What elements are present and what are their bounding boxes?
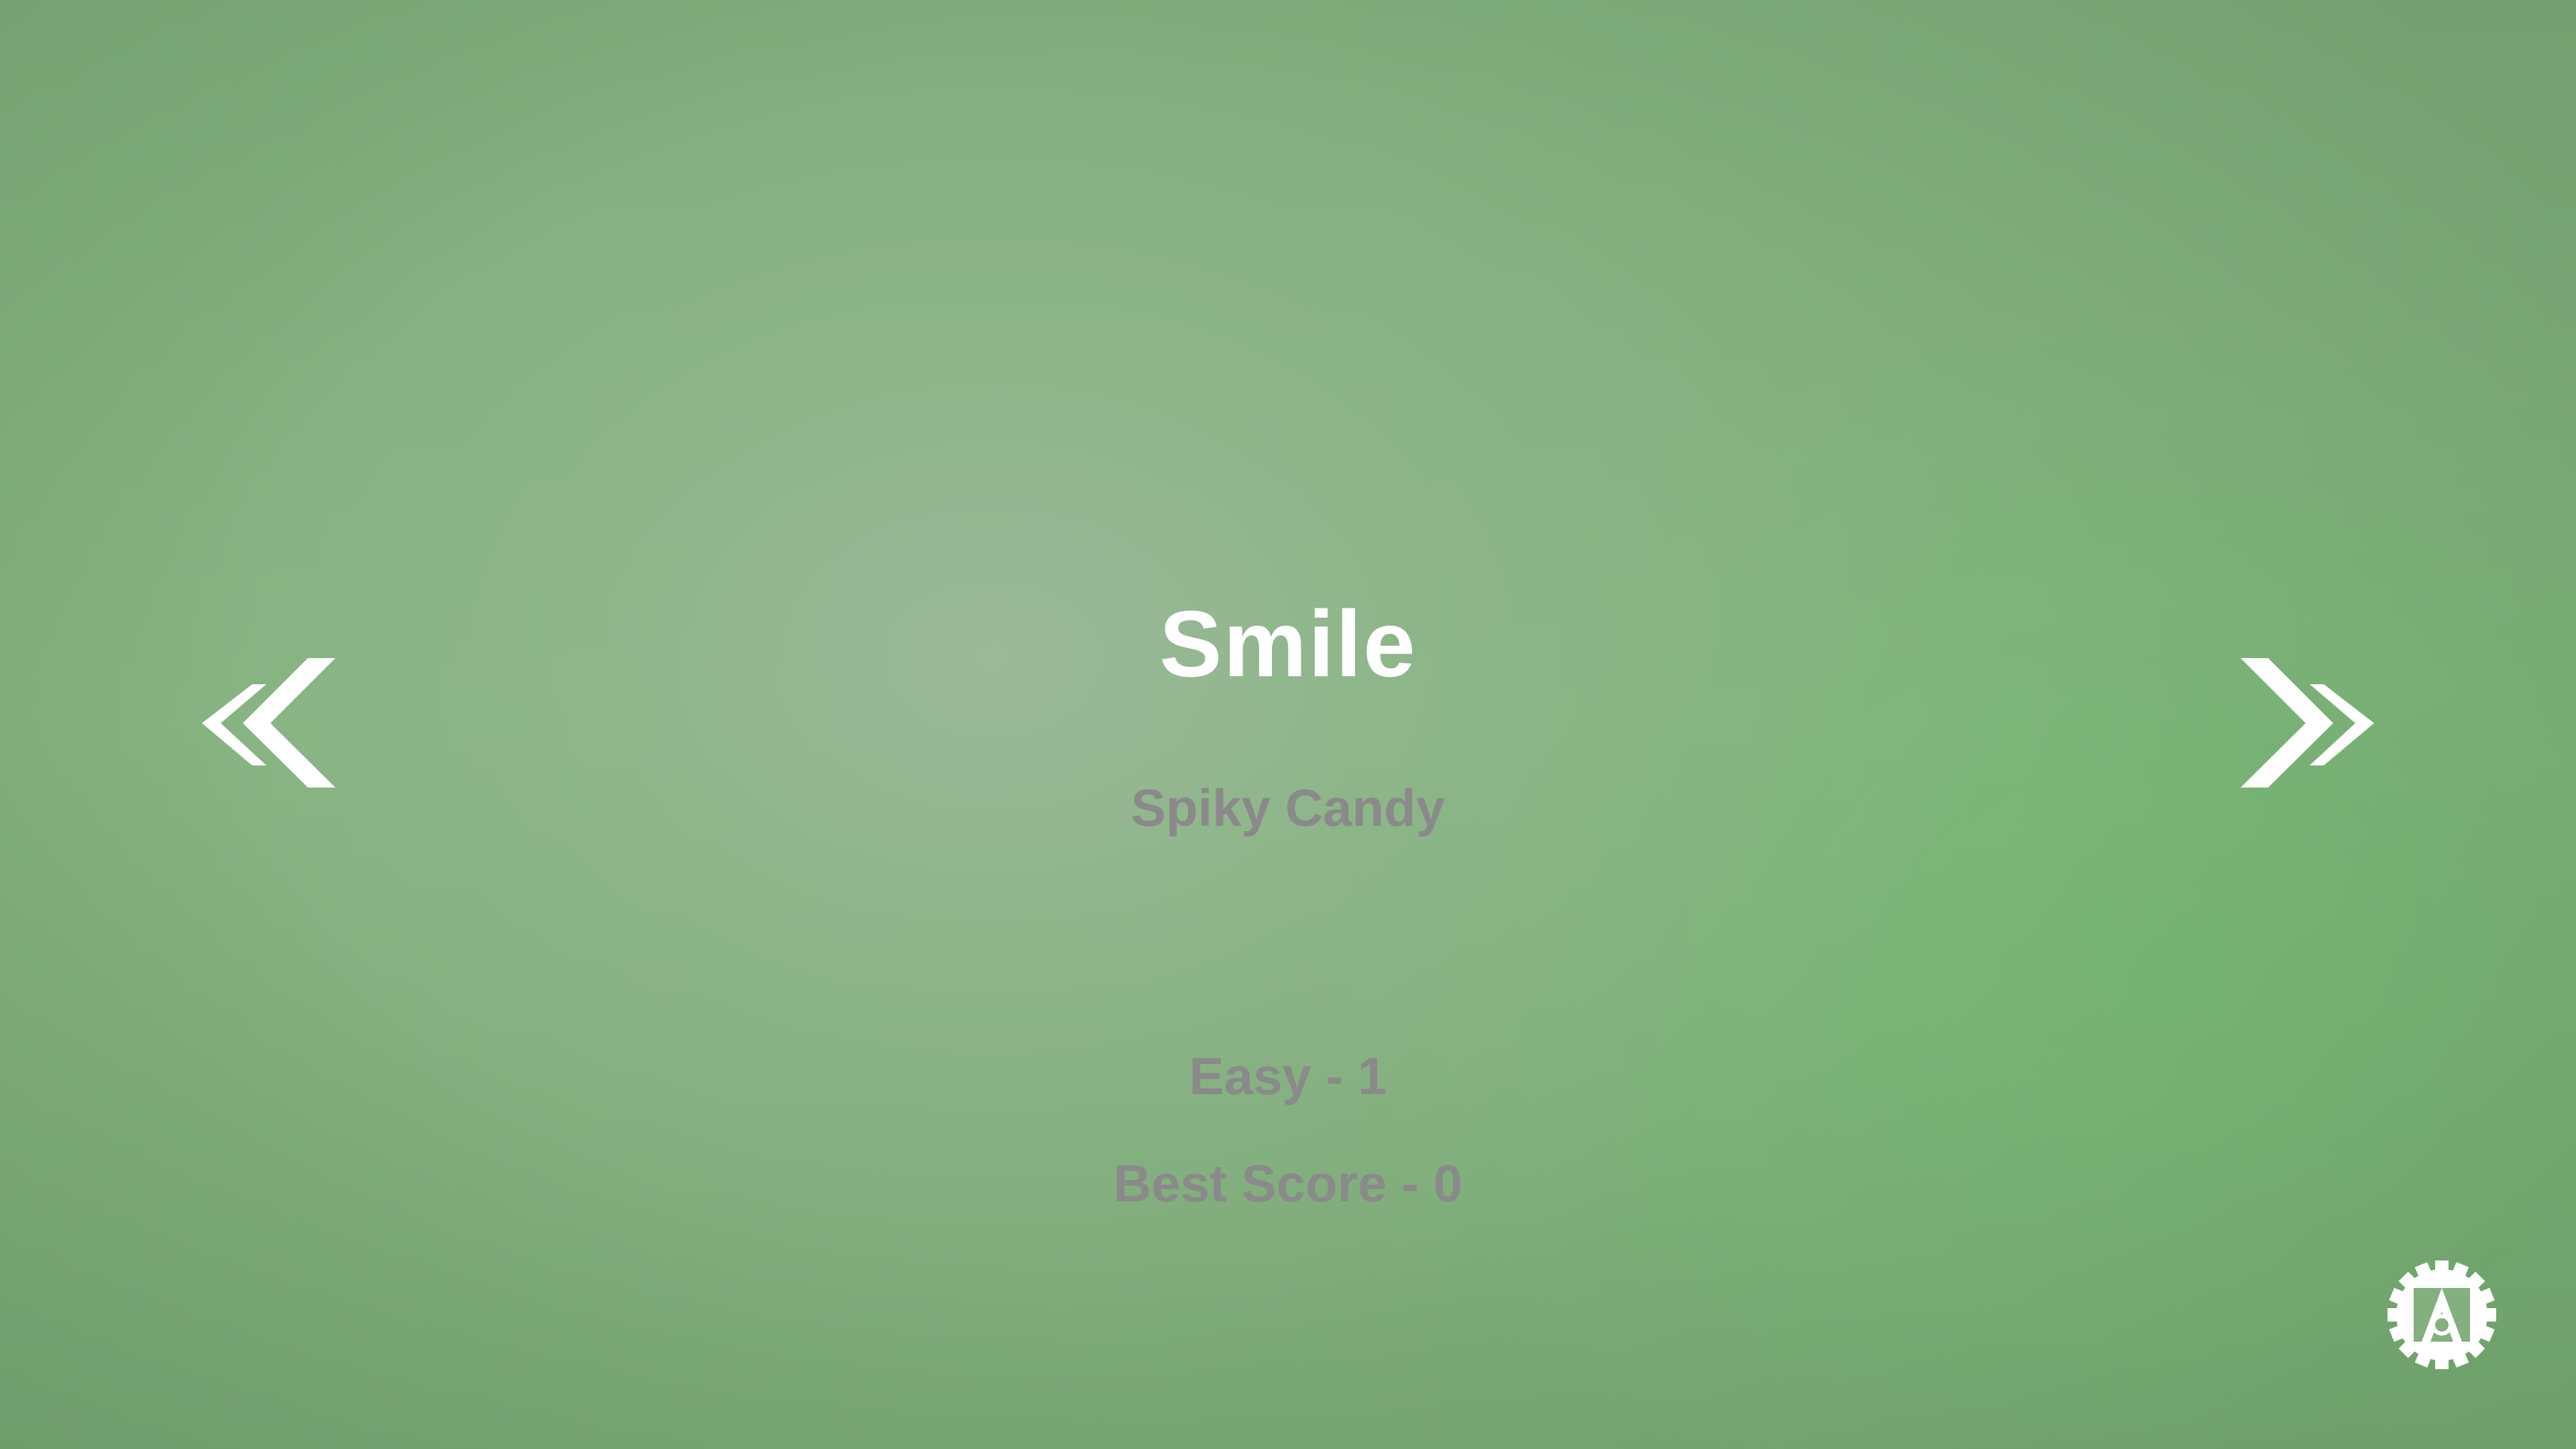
settings-button[interactable] <box>2385 1258 2499 1372</box>
background-vignette <box>0 0 2576 1449</box>
best-score: Best Score - 0 <box>1113 1154 1463 1213</box>
level-title: Smile <box>1159 591 1417 696</box>
level-difficulty: Easy - 1 <box>1189 1046 1387 1106</box>
gear-icon <box>2387 1260 2496 1369</box>
level-author: Spiky Candy <box>1130 778 1446 837</box>
double-chevron-right-icon <box>2241 658 2374 788</box>
next-level-button[interactable] <box>2234 651 2381 798</box>
